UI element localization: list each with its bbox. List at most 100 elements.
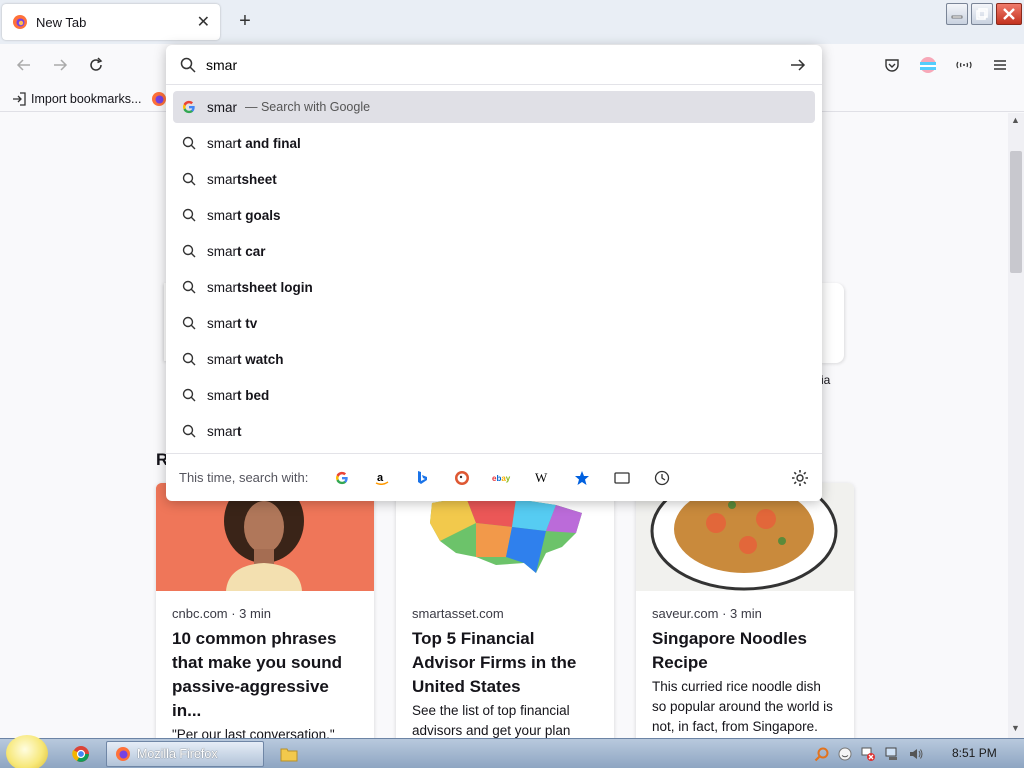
shortcut-label: ia [821, 373, 831, 387]
wikipedia-icon[interactable]: W [522, 466, 562, 490]
urlbar[interactable] [166, 45, 822, 85]
svg-text:a: a [377, 472, 384, 484]
search-tray-icon[interactable] [814, 746, 830, 762]
forward-arrow-icon [54, 59, 68, 71]
shortcut-tile[interactable] [820, 283, 844, 363]
story-excerpt: See the list of top financial advisors a… [412, 703, 571, 738]
suggestion-typed-text: smar [207, 315, 237, 331]
story-card[interactable]: saveur.com · 3 min Singapore Noodles Rec… [636, 483, 854, 738]
scrollbar-thumb[interactable] [1010, 151, 1022, 273]
story-headline[interactable]: 10 common phrases that make you sound pa… [156, 621, 374, 723]
suggestion-completion: t [237, 423, 242, 439]
suggestion-completion: t watch [237, 351, 284, 367]
search-icon [180, 57, 196, 73]
suggestion-typed-text: smar [207, 423, 237, 439]
suggestion-row[interactable]: smar t bed [173, 379, 815, 411]
suggestion-typed-text: smar [207, 171, 237, 187]
suggestion-completion: t bed [237, 387, 270, 403]
story-source: cnbc.com · 3 min [172, 606, 271, 621]
tab-new-tab[interactable]: New Tab ✕ [2, 4, 220, 40]
story-card[interactable]: cnbc.com · 3 min 10 common phrases that … [156, 483, 374, 738]
google-icon[interactable] [322, 466, 362, 490]
go-arrow-icon[interactable] [788, 55, 808, 75]
hamburger-menu-icon [994, 60, 1006, 70]
suggestion-row[interactable]: smar t and final [173, 127, 815, 159]
gear-icon[interactable] [790, 468, 810, 488]
story-headline[interactable]: Singapore Noodles Recipe [636, 621, 854, 675]
start-button[interactable] [6, 735, 48, 768]
scroll-down-icon[interactable]: ▼ [1011, 723, 1020, 733]
firefox-icon [116, 747, 130, 761]
suggestion-completion: t goals [237, 207, 281, 223]
folder-icon [280, 748, 298, 762]
suggestion-row[interactable]: smar t watch [173, 343, 815, 375]
suggestion-row[interactable]: smar tsheet [173, 163, 815, 195]
reload-icon [90, 57, 103, 71]
suggestion-typed-text: smar [207, 99, 237, 115]
suggestion-completion: tsheet [237, 171, 277, 187]
minimize-button[interactable] [946, 3, 968, 25]
suggestion-typed-text: smar [207, 387, 237, 403]
bing-icon[interactable] [402, 466, 442, 490]
chrome-taskbar-button[interactable] [72, 741, 90, 767]
smiley-tray-icon[interactable] [838, 747, 852, 761]
suggestion-row[interactable]: smar t [173, 415, 815, 447]
volume-icon[interactable] [908, 746, 924, 762]
system-tray [814, 741, 924, 767]
search-icon [181, 315, 197, 331]
back-button[interactable] [12, 53, 36, 77]
search-icon [181, 351, 197, 367]
suggestion-typed-text: smar [207, 207, 237, 223]
restore-icon [976, 8, 988, 20]
flag-error-icon[interactable] [860, 746, 876, 762]
search-icon [181, 387, 197, 403]
close-window-button[interactable] [996, 3, 1022, 25]
suggestion-typed-text: smar [207, 135, 237, 151]
story-card[interactable]: smartasset.com Top 5 Financial Advisor F… [396, 483, 614, 738]
chrome-icon [72, 746, 89, 762]
svg-text:W: W [535, 471, 548, 485]
suggestion-row[interactable]: smar t goals [173, 199, 815, 231]
menu-button[interactable] [988, 53, 1012, 77]
suggestion-row[interactable]: smar t car [173, 235, 815, 267]
account-button[interactable] [916, 53, 940, 77]
pocket-button[interactable] [880, 53, 904, 77]
suggestion-typed-text: smar [207, 243, 237, 259]
new-tab-button[interactable]: + [234, 10, 256, 32]
search-icon [181, 243, 197, 259]
tabs-icon[interactable] [602, 466, 642, 490]
firefox-icon [13, 15, 27, 29]
suggestion-typed-text: smar [207, 351, 237, 367]
firefox-taskbar-button[interactable]: Mozilla Firefox [106, 741, 264, 767]
restore-button[interactable] [971, 3, 993, 25]
tab-strip: New Tab ✕ + [0, 0, 1024, 44]
page-scrollbar[interactable]: ▲ ▼ [1008, 113, 1024, 738]
tab-title: New Tab [36, 14, 87, 30]
network-icon[interactable] [884, 746, 900, 762]
account-avatar-icon [920, 57, 936, 73]
story-headline[interactable]: Top 5 Financial Advisor Firms in the Uni… [396, 621, 614, 699]
clock[interactable]: 8:51 PM [952, 746, 997, 760]
search-icon [181, 423, 197, 439]
search-shortcuts-bar: This time, search with: a ebay W [166, 453, 822, 501]
reload-button[interactable] [84, 53, 108, 77]
ebay-icon[interactable]: ebay [482, 466, 522, 490]
suggestion-row[interactable]: smar — Search with Google [173, 91, 815, 123]
close-tab-icon[interactable]: ✕ [197, 12, 210, 32]
extensions-icon [956, 61, 972, 69]
extensions-button[interactable] [952, 53, 976, 77]
suggestion-row[interactable]: smar t tv [173, 307, 815, 339]
urlbar-dropdown: smar— Search with Googlesmart and finals… [166, 45, 822, 501]
scroll-up-icon[interactable]: ▲ [1011, 115, 1020, 125]
duckduckgo-icon[interactable] [442, 466, 482, 490]
forward-button[interactable] [48, 53, 72, 77]
history-icon[interactable] [642, 466, 682, 490]
explorer-taskbar-button[interactable] [280, 741, 298, 767]
import-bookmarks-button[interactable]: Import bookmarks... [12, 92, 141, 106]
amazon-icon[interactable]: a [362, 466, 402, 490]
search-icon [181, 207, 197, 223]
suggestion-row[interactable]: smar tsheet login [173, 271, 815, 303]
url-input[interactable] [206, 56, 788, 73]
svg-text:ebay: ebay [492, 474, 511, 483]
bookmarks-icon[interactable] [562, 466, 602, 490]
